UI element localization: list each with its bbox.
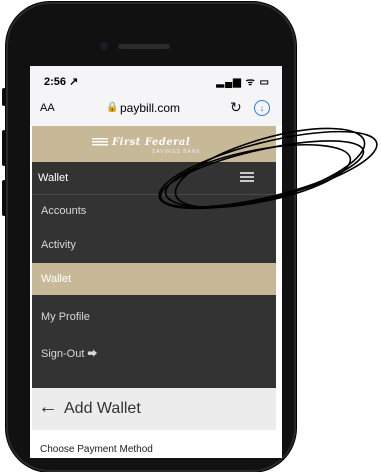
sign-out-icon: ⮕ [87, 349, 98, 360]
nav-item-label: Wallet [41, 273, 72, 285]
back-arrow-icon[interactable]: ← [38, 396, 58, 419]
brand-logo-subtitle: SAVINGS BANK [152, 149, 201, 155]
nav-item-my-profile[interactable]: My Profile [32, 301, 276, 333]
nav-item-activity[interactable]: Activity [32, 229, 276, 261]
text-size-button[interactable]: AA [40, 102, 55, 114]
choose-payment-method-label[interactable]: Choose Payment Method [40, 444, 153, 455]
volume-up-button [2, 130, 6, 166]
volume-down-button [2, 180, 6, 216]
reload-icon[interactable]: ↻ [230, 99, 242, 116]
nav-menu: Wallet Accounts Activity Wallet My Profi… [32, 162, 276, 402]
nav-header: Wallet [32, 162, 276, 195]
web-page: First Federal SAVINGS BANK Wallet Accoun… [30, 126, 282, 458]
page-title: Add Wallet [64, 400, 141, 417]
camera-icon [100, 42, 108, 50]
brand-header: First Federal SAVINGS BANK [32, 126, 276, 162]
nav-item-wallet[interactable]: Wallet [32, 263, 276, 295]
status-bar: 2:56 ↗ ▂▄▆ ᯤ ▭ [30, 66, 282, 94]
nav-item-label: My Profile [41, 311, 90, 323]
nav-item-label: Sign-Out [41, 348, 85, 360]
phone-screen: 2:56 ↗ ▂▄▆ ᯤ ▭ AA 🔒 paybill.com ↻ ↓ Firs… [30, 66, 282, 458]
download-icon[interactable]: ↓ [254, 100, 270, 116]
nav-item-sign-out[interactable]: Sign-Out ⮕ [32, 335, 276, 367]
lock-icon: 🔒 [106, 102, 119, 113]
nav-header-label: Wallet [38, 172, 69, 184]
status-icons: ▂▄▆ ᯤ ▭ [216, 77, 270, 88]
nav-item-label: Activity [41, 239, 76, 251]
nav-item-accounts[interactable]: Accounts [32, 195, 276, 227]
nav-item-label: Accounts [41, 205, 87, 217]
speaker-grille [118, 44, 170, 49]
mute-switch [2, 88, 6, 106]
page-title-bar: ← Add Wallet [32, 388, 276, 430]
flag-logo-icon [92, 138, 108, 147]
url-text[interactable]: paybill.com [120, 101, 180, 115]
hamburger-menu-icon[interactable] [240, 172, 254, 182]
status-time: 2:56 ↗ [44, 76, 79, 88]
brand-logo: First Federal [112, 137, 191, 148]
browser-address-bar[interactable]: AA 🔒 paybill.com ↻ ↓ [30, 94, 282, 124]
